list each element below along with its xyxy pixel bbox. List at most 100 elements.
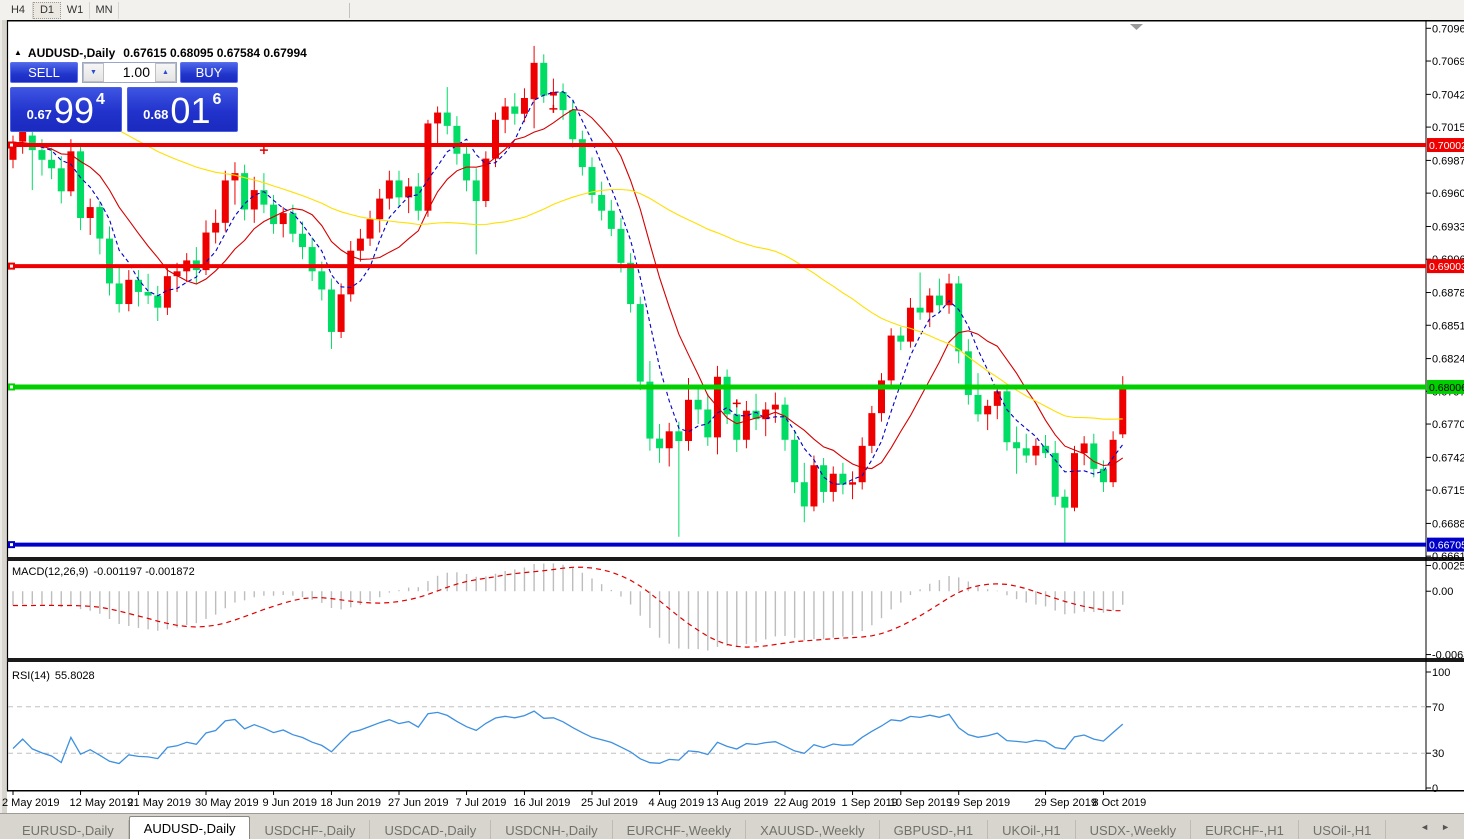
price-badge-label: 0.68006	[1429, 382, 1464, 394]
candle-body	[48, 160, 55, 168]
rsi-tick-label: 30	[1432, 748, 1444, 760]
one-click-trade-panel: SELL ▼ 1.00 ▲ BUY 0.67994 0.68016	[10, 62, 238, 132]
tab-scroll-right-icon[interactable]: ►	[1435, 822, 1456, 832]
price-tick-label: 0.66880	[1432, 518, 1464, 530]
candle-body	[1119, 388, 1126, 434]
candle-body	[946, 283, 953, 305]
candle-body	[1071, 453, 1078, 508]
candle-body	[29, 136, 36, 151]
tab-audusd-daily[interactable]: AUDUSD-,Daily	[129, 816, 251, 839]
collapse-triangle-icon[interactable]: ▲	[14, 48, 22, 57]
candle-body	[1090, 443, 1097, 468]
buy-price-pip: 6	[212, 91, 221, 109]
tab-usoil-h1[interactable]: USOil-,H1	[1299, 820, 1387, 839]
tab-eurchf-weekly[interactable]: EURCHF-,Weekly	[613, 820, 747, 839]
candle-body	[251, 190, 258, 209]
volume-spinner: ▼ 1.00 ▲	[82, 62, 177, 83]
candle-body	[627, 263, 634, 304]
rsi-value: 55.8028	[55, 670, 95, 682]
tab-usdcad-daily[interactable]: USDCAD-,Daily	[370, 820, 491, 839]
candle-body	[135, 280, 142, 292]
candle-body	[212, 223, 219, 233]
candle-body	[849, 482, 856, 484]
candle-body	[782, 405, 789, 440]
macd-tick-label: 0.002574	[1432, 560, 1464, 572]
candle-body	[810, 465, 817, 506]
candle-body	[424, 123, 431, 210]
candle-body	[888, 336, 895, 381]
tab-ukoil-h1[interactable]: UKOil-,H1	[988, 820, 1076, 839]
buy-price-box[interactable]: 0.68016	[127, 87, 239, 132]
timeframe-button-mn[interactable]: MN	[90, 2, 119, 19]
candle-body	[994, 391, 1001, 406]
candle-body	[859, 446, 866, 482]
candle-body	[907, 308, 914, 342]
volume-input[interactable]: 1.00	[104, 63, 155, 82]
candle-body	[772, 405, 779, 410]
main-macd-separator[interactable]	[7, 557, 1464, 561]
date-tick-label: 25 Jul 2019	[581, 797, 638, 809]
price-tick-label: 0.69875	[1432, 155, 1464, 167]
price-tick-label: 0.67425	[1432, 452, 1464, 464]
candle-body	[405, 186, 412, 197]
tab-usdx-weekly[interactable]: USDX-,Weekly	[1076, 820, 1191, 839]
candle-body	[1023, 448, 1030, 455]
candle-body	[540, 63, 547, 96]
hline-anchor-center	[10, 385, 13, 388]
hline-anchor-center	[10, 144, 13, 147]
date-tick-label: 22 Aug 2019	[774, 797, 836, 809]
candle-body	[38, 150, 45, 160]
candle-body	[646, 382, 653, 439]
volume-increase-button[interactable]: ▲	[155, 63, 176, 82]
candle-body	[338, 294, 345, 332]
ohlc-values: 0.67615 0.68095 0.67584 0.67994	[123, 46, 307, 60]
candle-body	[926, 296, 933, 313]
macd-rsi-separator[interactable]	[7, 658, 1464, 662]
candle-body	[289, 213, 296, 234]
candle-body	[1032, 446, 1039, 456]
tab-gbpusd-h1[interactable]: GBPUSD-,H1	[880, 820, 988, 839]
tab-usdchf-daily[interactable]: USDCHF-,Daily	[250, 820, 370, 839]
candle-body	[531, 63, 538, 99]
rsi-label: RSI(14)55.8028	[12, 670, 95, 682]
timeframe-button-d1[interactable]: D1	[33, 2, 61, 19]
date-tick-label: 10 Sep 2019	[890, 797, 952, 809]
tab-scroll-left-icon[interactable]: ◄	[1414, 822, 1435, 832]
chart-bottom-border	[7, 790, 1464, 792]
volume-decrease-button[interactable]: ▼	[83, 63, 104, 82]
chart-canvas[interactable]: 0.709650.706950.704200.701500.698750.696…	[0, 20, 1464, 813]
macd-values: -0.001197 -0.001872	[93, 566, 194, 578]
candle-body	[569, 110, 576, 139]
candle-body	[106, 239, 113, 284]
candle-body	[656, 439, 663, 449]
candle-body	[357, 239, 364, 251]
date-tick-label: 12 May 2019	[70, 797, 134, 809]
price-badge-label: 0.69003	[1429, 261, 1464, 273]
price-tick-label: 0.70420	[1432, 89, 1464, 101]
price-tick-label: 0.70695	[1432, 56, 1464, 68]
buy-button[interactable]: BUY	[180, 62, 238, 83]
timeframe-toolbar: H4D1W1MN	[0, 0, 1464, 21]
date-tick-label: 18 Jun 2019	[320, 797, 381, 809]
timeframe-button-h4[interactable]: H4	[4, 2, 33, 19]
candle-body	[270, 205, 277, 224]
symbol-tabs: EURUSD-,DailyAUDUSD-,DailyUSDCHF-,DailyU…	[0, 816, 1386, 839]
price-tick-label: 0.70965	[1432, 23, 1464, 35]
tab-usdcnh-daily[interactable]: USDCNH-,Daily	[491, 820, 612, 839]
sell-price-box[interactable]: 0.67994	[10, 87, 122, 132]
candle-body	[396, 180, 403, 197]
sell-button[interactable]: SELL	[10, 62, 78, 83]
candle-body	[1110, 440, 1117, 482]
candle-body	[299, 234, 306, 247]
tab-eurusd-daily[interactable]: EURUSD-,Daily	[8, 820, 129, 839]
symbol-period-label: AUDUSD-,Daily	[28, 46, 115, 60]
tab-xauusd-weekly[interactable]: XAUUSD-,Weekly	[746, 820, 880, 839]
candle-body	[145, 292, 152, 296]
timeframe-button-w1[interactable]: W1	[61, 2, 90, 19]
rsi-tick-label: 70	[1432, 702, 1444, 714]
tab-eurchf-h1[interactable]: EURCHF-,H1	[1191, 820, 1299, 839]
price-tick-label: 0.67155	[1432, 485, 1464, 497]
candle-body	[521, 98, 528, 114]
trading-terminal: H4D1W1MN 0.709650.706950.704200.701500.6…	[0, 0, 1464, 839]
chart-top-border	[7, 20, 1464, 22]
